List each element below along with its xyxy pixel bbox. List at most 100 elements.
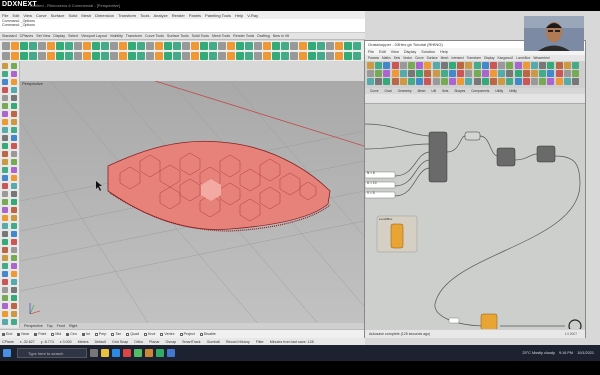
toolbar-tool-icon[interactable] bbox=[209, 52, 217, 60]
left-tool-icon[interactable] bbox=[2, 111, 8, 117]
gh-menu-item[interactable]: Display bbox=[404, 50, 416, 54]
gh-tab[interactable]: LunchBox bbox=[516, 56, 530, 60]
gh-component-icon[interactable] bbox=[490, 78, 497, 85]
gh-component-icon[interactable] bbox=[383, 62, 391, 69]
toolbar-tab[interactable]: Surface Tools bbox=[167, 34, 189, 38]
viewport-tab[interactable]: Perspective bbox=[24, 324, 43, 328]
gh-component-icon[interactable] bbox=[481, 70, 489, 77]
toolbar-tool-icon[interactable] bbox=[101, 52, 109, 60]
status-item[interactable]: x -32.827 bbox=[20, 340, 35, 344]
gh-tab[interactable]: Weaverbird bbox=[533, 56, 549, 60]
menu-item[interactable]: Mesh bbox=[81, 13, 91, 18]
gh-component-icon[interactable] bbox=[449, 62, 456, 69]
status-item[interactable]: Meters bbox=[78, 340, 89, 344]
left-tool-icon[interactable] bbox=[11, 87, 17, 93]
gh-component-icon[interactable] bbox=[506, 70, 514, 77]
gh-tab[interactable]: Sets bbox=[394, 56, 400, 60]
left-tool-icon[interactable] bbox=[11, 287, 17, 293]
gh-component-icon[interactable] bbox=[416, 62, 424, 69]
gh-component-icon[interactable] bbox=[506, 62, 514, 69]
left-tool-icon[interactable] bbox=[2, 151, 8, 157]
toolbar-tool-icon[interactable] bbox=[218, 42, 226, 50]
gh-category[interactable]: Components bbox=[471, 89, 489, 93]
menu-item[interactable]: Paneling Tools bbox=[205, 13, 231, 18]
menu-item[interactable]: View bbox=[23, 13, 32, 18]
toolbar-tool-icon[interactable] bbox=[65, 42, 73, 50]
gh-tab[interactable]: Mesh bbox=[441, 56, 449, 60]
toolbar-tool-icon[interactable] bbox=[119, 52, 127, 60]
task-view-icon[interactable] bbox=[90, 349, 98, 357]
gh-category[interactable]: Sets bbox=[442, 89, 448, 93]
toolbar-tool-icon[interactable] bbox=[2, 42, 10, 50]
left-tool-icon[interactable] bbox=[2, 183, 8, 189]
gh-component-icon[interactable] bbox=[572, 70, 579, 77]
checkbox-icon[interactable] bbox=[126, 332, 130, 336]
toolbar-tool-icon[interactable] bbox=[353, 42, 361, 50]
gh-component-icon[interactable] bbox=[522, 78, 530, 85]
edge-icon[interactable] bbox=[112, 349, 120, 357]
gh-tab[interactable]: Kangaroo2 bbox=[498, 56, 514, 60]
start-icon[interactable] bbox=[3, 349, 11, 357]
toolbar-tool-icon[interactable] bbox=[281, 52, 289, 60]
left-tool-icon[interactable] bbox=[2, 215, 8, 221]
gh-component-icon[interactable] bbox=[440, 62, 448, 69]
toolbar-tool-icon[interactable] bbox=[173, 52, 181, 60]
toolbar-tool-icon[interactable] bbox=[74, 42, 82, 50]
gh-component-icon[interactable] bbox=[399, 78, 407, 85]
toolbar-tool-icon[interactable] bbox=[2, 52, 10, 60]
osnap-knot[interactable]: Knot bbox=[143, 332, 155, 336]
status-item[interactable]: Gumball bbox=[207, 340, 220, 344]
left-tool-icon[interactable] bbox=[2, 303, 8, 309]
toolbar-tab[interactable]: Standard bbox=[2, 34, 17, 38]
toolbar-tab[interactable]: Set View bbox=[36, 34, 50, 38]
toolbar-tool-icon[interactable] bbox=[92, 52, 100, 60]
gh-component-icon[interactable] bbox=[367, 78, 374, 85]
left-tool-icon[interactable] bbox=[11, 183, 17, 189]
gh-component-icon[interactable] bbox=[506, 78, 514, 85]
gh-component-icon[interactable] bbox=[514, 70, 522, 77]
toolbar-tool-icon[interactable] bbox=[263, 42, 271, 50]
toolbar-tab[interactable]: Curve Tools bbox=[145, 34, 164, 38]
gh-component-icon[interactable] bbox=[465, 62, 473, 69]
toolbar-tool-icon[interactable] bbox=[272, 52, 280, 60]
toolbar-tool-icon[interactable] bbox=[344, 42, 352, 50]
panel-node[interactable] bbox=[464, 131, 481, 141]
left-tool-icon[interactable] bbox=[11, 271, 17, 277]
toolbar-tool-icon[interactable] bbox=[254, 52, 262, 60]
left-tool-icon[interactable] bbox=[2, 263, 8, 269]
left-tool-icon[interactable] bbox=[11, 231, 17, 237]
toolbar-tool-icon[interactable] bbox=[317, 42, 325, 50]
app-icon[interactable] bbox=[134, 349, 142, 357]
gh-component-icon[interactable] bbox=[457, 78, 465, 85]
toolbar-tool-icon[interactable] bbox=[308, 42, 316, 50]
toolbar-tool-icon[interactable] bbox=[353, 52, 361, 60]
chrome-icon[interactable] bbox=[123, 349, 131, 357]
gh-component-icon[interactable] bbox=[563, 62, 571, 69]
hex-node[interactable] bbox=[428, 131, 448, 183]
left-tool-icon[interactable] bbox=[2, 255, 8, 261]
gh-category[interactable]: Shapes bbox=[454, 89, 465, 93]
toolbar-tool-icon[interactable] bbox=[119, 42, 127, 50]
left-tool-icon[interactable] bbox=[11, 111, 17, 117]
gh-component-icon[interactable] bbox=[481, 78, 489, 85]
toolbar-tool-icon[interactable] bbox=[47, 42, 55, 50]
status-item[interactable]: Planar bbox=[149, 340, 159, 344]
gh-component-icon[interactable] bbox=[531, 62, 538, 69]
left-tool-icon[interactable] bbox=[2, 87, 8, 93]
toolbar-tab[interactable]: Mesh Tools bbox=[212, 34, 230, 38]
toolbar-tool-icon[interactable] bbox=[182, 42, 190, 50]
gh-component-icon[interactable] bbox=[367, 62, 374, 69]
toolbar-tool-icon[interactable] bbox=[254, 42, 262, 50]
left-tool-icon[interactable] bbox=[11, 95, 17, 101]
status-item[interactable]: Grid Snap bbox=[112, 340, 128, 344]
checkbox-icon[interactable] bbox=[143, 332, 147, 336]
left-tool-icon[interactable] bbox=[11, 143, 17, 149]
toolbar-tab[interactable]: Visibility bbox=[110, 34, 123, 38]
gh-component-icon[interactable] bbox=[424, 78, 432, 85]
left-tool-icon[interactable] bbox=[2, 191, 8, 197]
gh-menu-item[interactable]: Solution bbox=[421, 50, 435, 54]
left-tool-icon[interactable] bbox=[2, 143, 8, 149]
status-item[interactable]: y -8.774 bbox=[41, 340, 54, 344]
left-tool-icon[interactable] bbox=[11, 215, 17, 221]
left-tool-icon[interactable] bbox=[11, 303, 17, 309]
